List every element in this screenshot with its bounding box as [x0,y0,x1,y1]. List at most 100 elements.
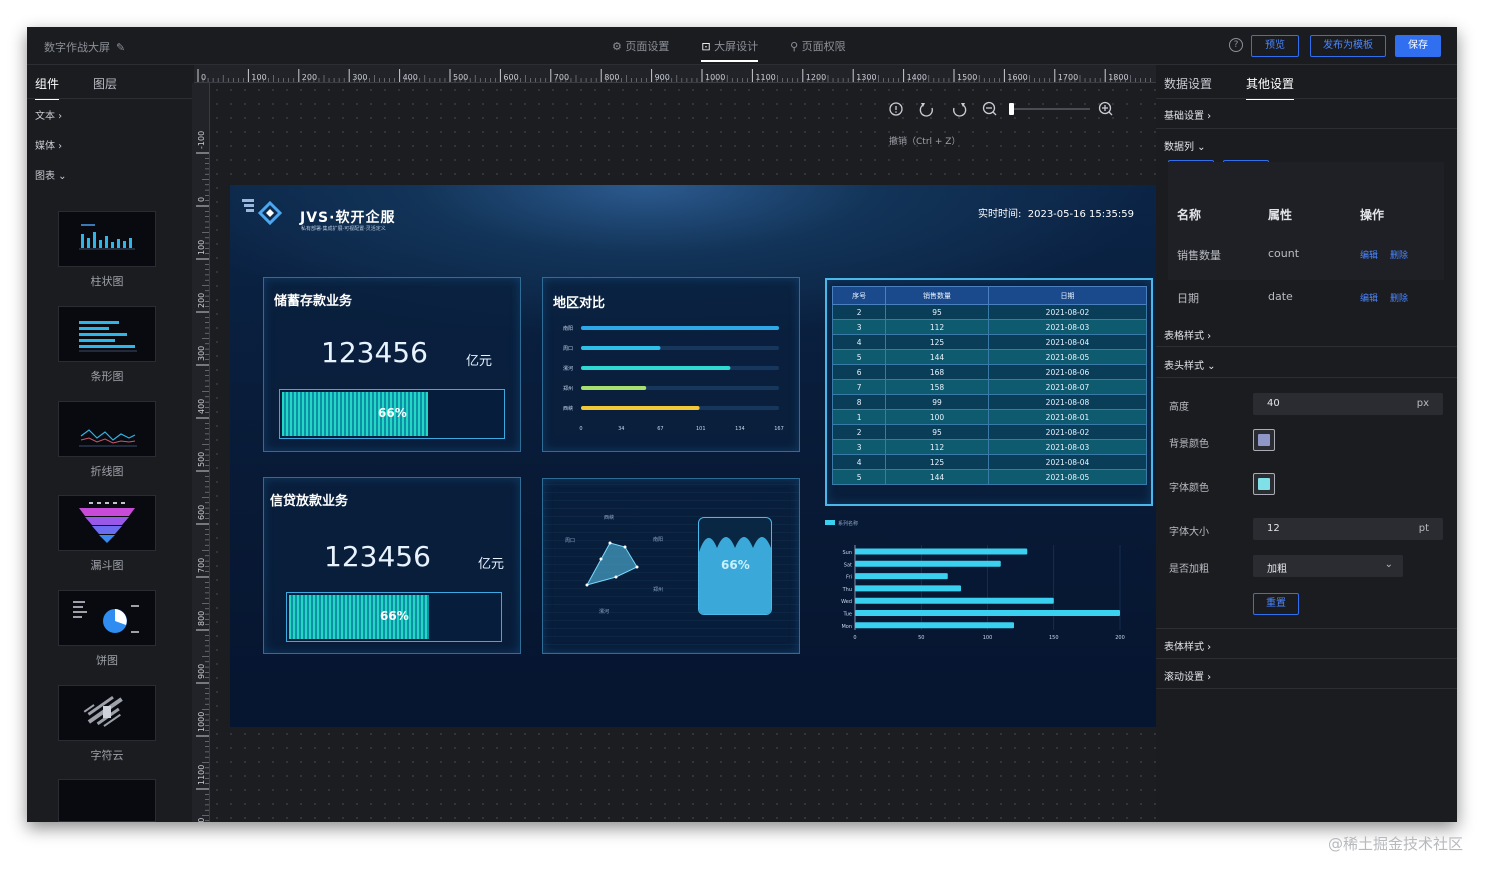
thumb-label-pie: 饼图 [96,654,118,667]
thumb-funnel-chart[interactable] [58,495,156,551]
row-delete-link[interactable]: 删除 [1390,291,1408,304]
tab-other-settings[interactable]: 其他设置 [1246,75,1294,100]
funnel-chart-icon [79,502,135,543]
radar-label-0: 西峡 [604,514,614,521]
sales-table-card[interactable]: 序号 销售数量 日期 2 95 2021-08-02 3 112 2021-08-03 4 125… [825,278,1153,506]
loans-card[interactable]: 信贷放款业务 123456 亿元 66% [263,477,521,654]
region-bar [581,366,731,370]
week-label: Fri [846,575,852,581]
col-header-action: 操作 [1360,208,1385,222]
tab-screen-design[interactable]: ⊡ 大屏设计 [701,38,758,62]
radar-area [585,542,638,586]
thumb-label-funnel: 漏斗图 [90,559,124,572]
table-row: 4 125 2021-08-04 [831,454,1148,470]
edit-title-icon[interactable]: ✎ [116,41,125,54]
table-cell: 1 [831,409,887,425]
thumb-word-cloud[interactable] [58,685,156,741]
tab-data-settings[interactable]: 数据设置 [1164,75,1212,100]
thumb-pie-chart[interactable] [58,590,156,646]
radar-card[interactable]: 西峡 南阳 周口 郑州 漯河 66% [542,478,800,654]
thumb-bar-chart[interactable] [58,211,156,267]
brand-name: JVS·软开企服 [300,210,396,226]
table-cell: 125 [885,334,989,350]
save-button[interactable]: 保存 [1395,35,1441,57]
menu-media[interactable]: 媒体 › [35,137,62,152]
font-color-swatch [1258,478,1270,490]
table-cell: 7 [831,379,887,395]
thumb-label-line: 折线图 [90,465,124,478]
table-cell: 112 [885,319,989,335]
week-tick-label: 200 [1115,635,1125,641]
section-scroll-settings[interactable]: 滚动设置 › [1164,668,1211,683]
preview-button[interactable]: 预览 [1251,35,1299,57]
tab-page-settings[interactable]: ⚙ 页面设置 [612,38,669,62]
tab-layers[interactable]: 图层 [93,75,117,100]
zoom-out-icon[interactable] [982,101,997,116]
bar-chart-icon [79,224,135,250]
height-input[interactable]: 40 px [1253,393,1443,415]
ruler-top-label: 0 [201,73,206,82]
table-cell: 2021-08-04 [987,334,1148,350]
undo-icon[interactable] [919,103,933,117]
font-size-input[interactable]: 12 pt [1253,518,1443,540]
region-tick-label: 167 [774,426,784,432]
menu-charts[interactable]: 图表 ⌄ [35,167,67,182]
divider [1156,377,1457,378]
bg-color-picker[interactable] [1253,429,1275,451]
divider [1156,346,1457,347]
publish-template-button[interactable]: 发布为模板 [1310,35,1386,57]
section-table-style[interactable]: 表格样式 › [1164,327,1211,342]
row-edit-link[interactable]: 编辑 [1360,291,1378,304]
section-body-style[interactable]: 表体样式 › [1164,638,1211,653]
realtime-value: 2023-05-16 15:35:59 [1027,209,1134,220]
bold-select[interactable]: 加粗 ⌄ [1253,555,1403,577]
row-delete-link[interactable]: 删除 [1390,248,1408,261]
section-header-style[interactable]: 表头样式 ⌄ [1164,357,1216,372]
week-label: Sun [842,550,852,556]
tab-page-permissions-label: 页面权限 [801,40,846,53]
font-color-picker[interactable] [1253,473,1275,495]
font-size-value: 12 [1267,523,1280,534]
ruler-top-scale: 0 100 200 300 400 500 600 700 800 900 1000 1100 1200… [197,69,1151,82]
help-icon[interactable]: ? [1229,38,1243,52]
table-row: 5 144 2021-08-05 [831,349,1148,365]
tab-components[interactable]: 组件 [35,75,59,100]
chevron-down-icon: ⌄ [1384,559,1393,570]
section-basic-settings[interactable]: 基础设置 › [1164,107,1211,122]
thumb-next-component[interactable] [58,779,156,822]
dashboard-preview[interactable]: JVS·软开企服 私有部署·集成扩展·可视配置·灵活定义 实时时间: 2023-… [230,185,1156,727]
pie-chart-icon [73,601,139,633]
table-cell: 6 [831,364,887,380]
zoom-slider-track[interactable] [1010,108,1090,110]
section-data-columns[interactable]: 数据列 ⌄ [1164,138,1206,153]
table-cell: 5 [831,469,887,485]
table-cell: 112 [885,439,989,455]
legend-swatch [825,520,835,525]
zoom-in-icon[interactable] [1098,101,1113,116]
height-label: 高度 [1169,402,1189,413]
ruler-left-label: 700 [197,558,206,573]
menu-text[interactable]: 文本 › [35,107,62,122]
region-tick-label: 34 [618,426,624,432]
radar-label-3: 郑州 [653,586,663,593]
region-label: 漯河 [563,365,573,372]
row-edit-link[interactable]: 编辑 [1360,248,1378,261]
radar-label-4: 漯河 [599,608,609,615]
tab-page-permissions[interactable]: ⚲ 页面权限 [790,38,846,62]
redo-icon[interactable] [953,103,967,117]
region-label: 周口 [563,346,573,352]
ruler-left-label: 400 [197,399,206,414]
thumb-line-chart[interactable] [58,401,156,457]
font-size-label: 字体大小 [1169,527,1209,538]
savings-card[interactable]: 储蓄存款业务 123456 亿元 66% [263,277,521,452]
week-bar [855,597,1054,604]
thumb-horizontal-bar-chart[interactable] [58,306,156,362]
zoom-slider-handle[interactable] [1009,103,1014,115]
info-icon[interactable] [889,102,903,116]
realtime-label: 实时时间: [978,209,1022,220]
table-cell: 100 [885,409,989,425]
horizontal-bar-chart-icon [79,321,137,352]
reset-header-button[interactable]: 重置 [1253,593,1299,615]
table-cell: 125 [885,454,989,470]
region-card[interactable]: 地区对比 南阳 周口 漯河 郑州 西峡 0 34 67 101 134 167 [542,277,800,452]
